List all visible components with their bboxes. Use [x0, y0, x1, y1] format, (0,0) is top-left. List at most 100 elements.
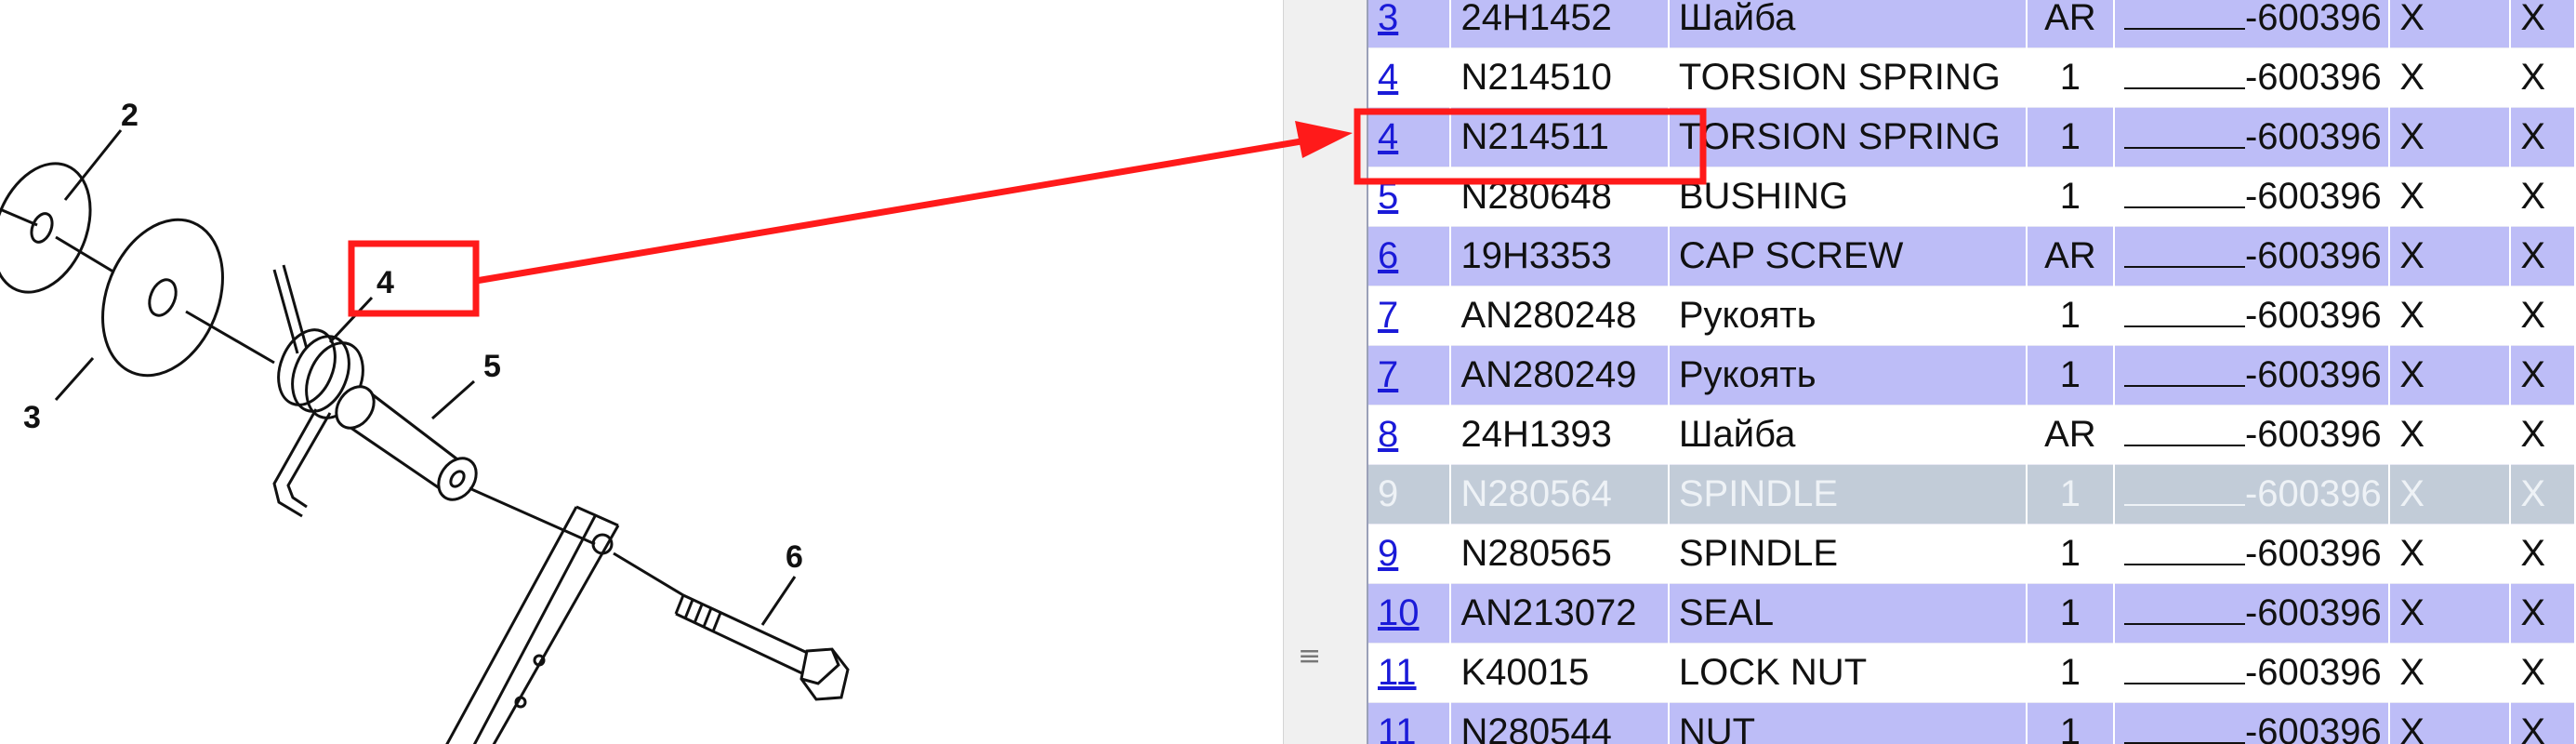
cell-part-number: AN213072	[1450, 583, 1670, 644]
cell-flag-a: X	[2389, 286, 2512, 346]
cell-quantity: 1	[2026, 47, 2115, 108]
item-link[interactable]: 11	[1378, 652, 1417, 693]
serial-end: -600396	[2244, 116, 2382, 157]
cell-item[interactable]: 7	[1367, 286, 1452, 346]
item-link[interactable]: 4	[1378, 116, 1398, 157]
parts-list-grid: 3 24H1452 Шайба AR -600396 X X 4 N214510 TORSION …	[1367, 0, 2576, 744]
cell-part-number: N280648	[1450, 166, 1670, 227]
cell-part-number: 19H3353	[1450, 226, 1670, 286]
table-row[interactable]: 7 AN280249 Рукоять 1 -600396 X X	[1367, 345, 2576, 405]
cell-serial-range: -600396	[2113, 464, 2391, 525]
table-row[interactable]: 11 K40015 LOCK NUT 1 -600396 X X	[1367, 643, 2576, 703]
cell-part-number: N280564	[1450, 464, 1670, 525]
cell-description: SEAL	[1668, 583, 2028, 644]
table-row[interactable]: 4 N214510 TORSION SPRING 1 -600396 X X	[1367, 47, 2576, 108]
cell-description: Рукоять	[1668, 345, 2028, 405]
table-row[interactable]: 11 N280544 NUT 1 -600396 X X	[1367, 702, 2576, 744]
callout-4: 4	[376, 265, 394, 300]
item-link[interactable]: 4	[1378, 57, 1398, 98]
item-link[interactable]: 9	[1378, 473, 1398, 514]
cell-description: TORSION SPRING	[1668, 107, 2028, 167]
cell-item[interactable]: 8	[1367, 405, 1452, 465]
cell-serial-range: -600396	[2113, 702, 2391, 744]
callout-5: 5	[483, 349, 501, 384]
cell-item[interactable]: 3	[1367, 0, 1452, 48]
cell-item[interactable]: 6	[1367, 226, 1452, 286]
cell-flag-a: X	[2389, 345, 2512, 405]
cell-item[interactable]: 7	[1367, 345, 1452, 405]
serial-blank	[2123, 536, 2245, 565]
cell-item[interactable]: 4	[1367, 107, 1452, 167]
serial-blank	[2123, 298, 2245, 327]
cell-flag-b: X	[2510, 643, 2576, 703]
table-row[interactable]: 9 N280565 SPINDLE 1 -600396 X X	[1367, 524, 2576, 584]
cell-part-number: N214511	[1450, 107, 1670, 167]
cell-part-number: 24H1452	[1450, 0, 1670, 48]
cell-flag-a: X	[2389, 464, 2512, 525]
item-link[interactable]: 9	[1378, 533, 1398, 574]
cell-item[interactable]: 11	[1367, 643, 1452, 703]
cell-flag-b: X	[2510, 226, 2576, 286]
cell-flag-b: X	[2510, 345, 2576, 405]
cell-serial-range: -600396	[2113, 643, 2391, 703]
table-row[interactable]: 6 19H3353 CAP SCREW AR -600396 X X	[1367, 226, 2576, 286]
cell-flag-b: X	[2510, 583, 2576, 644]
cell-part-number: AN280249	[1450, 345, 1670, 405]
table-row[interactable]: 5 N280648 BUSHING 1 -600396 X X	[1367, 166, 2576, 227]
cell-item[interactable]: 4	[1367, 47, 1452, 108]
serial-blank	[2123, 60, 2245, 89]
cell-serial-range: -600396	[2113, 226, 2391, 286]
serial-end: -600396	[2244, 57, 2382, 98]
serial-end: -600396	[2244, 354, 2382, 395]
cap-screw	[674, 593, 850, 701]
cell-item[interactable]: 9	[1367, 464, 1452, 525]
cell-item[interactable]: 10	[1367, 583, 1452, 644]
serial-blank	[2123, 119, 2245, 149]
table-row[interactable]: 4 N214511 TORSION SPRING 1 -600396 X X	[1367, 107, 2576, 167]
table-row[interactable]: 10 AN213072 SEAL 1 -600396 X X	[1367, 583, 2576, 644]
serial-end: -600396	[2244, 533, 2382, 574]
item-link[interactable]: 3	[1378, 0, 1398, 38]
table-row[interactable]: 7 AN280248 Рукоять 1 -600396 X X	[1367, 286, 2576, 346]
item-link[interactable]: 7	[1378, 295, 1398, 336]
serial-end: -600396	[2244, 176, 2382, 217]
cell-flag-a: X	[2389, 0, 2512, 48]
cell-serial-range: -600396	[2113, 0, 2391, 48]
cell-description: SPINDLE	[1668, 464, 2028, 525]
cell-quantity: 1	[2026, 702, 2115, 744]
table-row[interactable]: 8 24H1393 Шайба AR -600396 X X	[1367, 405, 2576, 465]
serial-blank	[2123, 476, 2245, 506]
cell-quantity: 1	[2026, 107, 2115, 167]
item-link[interactable]: 5	[1378, 176, 1398, 217]
cell-serial-range: -600396	[2113, 405, 2391, 465]
cell-serial-range: -600396	[2113, 583, 2391, 644]
cell-flag-a: X	[2389, 226, 2512, 286]
table-row[interactable]: 3 24H1452 Шайба AR -600396 X X	[1367, 0, 2576, 48]
cell-item[interactable]: 5	[1367, 166, 1452, 227]
pane-splitter[interactable]	[1283, 0, 1367, 744]
item-link[interactable]: 7	[1378, 354, 1398, 395]
table-row[interactable]: 9 N280564 SPINDLE 1 -600396 X X	[1367, 464, 2576, 525]
cell-quantity: 1	[2026, 345, 2115, 405]
serial-blank	[2123, 238, 2245, 268]
cell-quantity: 1	[2026, 464, 2115, 525]
item-link[interactable]: 8	[1378, 414, 1398, 455]
serial-blank	[2123, 357, 2245, 387]
cell-part-number: AN280248	[1450, 286, 1670, 346]
cell-flag-b: X	[2510, 524, 2576, 584]
cell-item[interactable]: 9	[1367, 524, 1452, 584]
cell-description: CAP SCREW	[1668, 226, 2028, 286]
cell-serial-range: -600396	[2113, 524, 2391, 584]
serial-end: -600396	[2244, 592, 2382, 633]
callout-2: 2	[121, 98, 139, 133]
item-link[interactable]: 10	[1378, 592, 1420, 633]
item-link[interactable]: 11	[1378, 711, 1417, 744]
cell-item[interactable]: 11	[1367, 702, 1452, 744]
item-link[interactable]: 6	[1378, 235, 1398, 276]
cell-description: SPINDLE	[1668, 524, 2028, 584]
cell-flag-a: X	[2389, 643, 2512, 703]
serial-end: -600396	[2244, 473, 2382, 514]
cell-quantity: 1	[2026, 643, 2115, 703]
cell-flag-a: X	[2389, 405, 2512, 465]
splitter-grip-icon[interactable]: ≡	[1298, 640, 1321, 672]
